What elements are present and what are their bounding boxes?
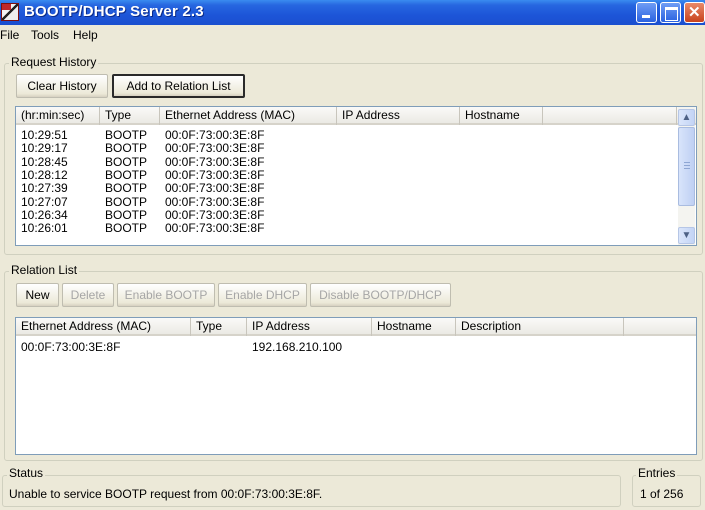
menu-file[interactable]: File (0, 28, 19, 42)
chevron-down-icon: ▼ (681, 230, 692, 241)
table-row[interactable]: 10:26:34 BOOTP 00:0F:73:00:3E:8F (16, 207, 696, 222)
add-to-relation-list-button[interactable]: Add to Relation List (112, 74, 245, 98)
cell-mac: 00:0F:73:00:3E:8F (165, 154, 265, 169)
column-header-mac[interactable]: Ethernet Address (MAC) (160, 107, 337, 125)
cell-mac: 00:0F:73:00:3E:8F (165, 128, 265, 142)
enable-bootp-button[interactable]: Enable BOOTP (117, 283, 215, 307)
column-header-description[interactable]: Description (456, 318, 624, 336)
title-bar[interactable]: BOOTP/DHCP Server 2.3 (0, 0, 705, 25)
cell-mac: 00:0F:73:00:3E:8F (21, 340, 121, 354)
table-row[interactable]: 00:0F:73:00:3E:8F 192.168.210.100 (16, 341, 696, 354)
table-row[interactable]: 10:29:17 BOOTP 00:0F:73:00:3E:8F (16, 142, 696, 155)
table-row[interactable]: 10:28:12 BOOTP 00:0F:73:00:3E:8F (16, 167, 696, 182)
table-row[interactable]: 10:29:51 BOOTP 00:0F:73:00:3E:8F (16, 129, 696, 142)
table-header: Ethernet Address (MAC) Type IP Address H… (16, 318, 696, 336)
scroll-down-button[interactable]: ▼ (678, 227, 695, 244)
cell-mac: 00:0F:73:00:3E:8F (165, 194, 265, 209)
request-history-table[interactable]: (hr:min:sec) Type Ethernet Address (MAC)… (15, 106, 697, 246)
column-header-hostname[interactable]: Hostname (460, 107, 543, 125)
cell-ip: 192.168.210.100 (252, 340, 343, 354)
cell-mac: 00:0F:73:00:3E:8F (165, 207, 265, 222)
close-button[interactable] (684, 2, 705, 23)
window-title: BOOTP/DHCP Server 2.3 (24, 3, 204, 20)
request-history-scrollbar[interactable]: ▲ ▼ (678, 107, 695, 245)
menu-bar: File Tools Help (0, 25, 705, 45)
cell-mac: 00:0F:73:00:3E:8F (165, 167, 265, 182)
app-icon[interactable] (1, 3, 19, 21)
cell-type: BOOTP (105, 194, 148, 209)
cell-time: 10:26:34 (21, 207, 68, 222)
table-row[interactable]: 10:28:45 BOOTP 00:0F:73:00:3E:8F (16, 154, 696, 169)
column-header-ip[interactable]: IP Address (247, 318, 372, 336)
delete-button[interactable]: Delete (62, 283, 114, 307)
request-history-label: Request History (9, 55, 99, 69)
menu-tools[interactable]: Tools (31, 28, 59, 42)
column-header-mac[interactable]: Ethernet Address (MAC) (16, 318, 191, 336)
enable-dhcp-button[interactable]: Enable DHCP (218, 283, 307, 307)
cell-type: BOOTP (105, 181, 148, 196)
cell-mac: 00:0F:73:00:3E:8F (165, 221, 265, 236)
scroll-up-button[interactable]: ▲ (678, 109, 695, 126)
column-header-ip[interactable]: IP Address (337, 107, 460, 125)
cell-type: BOOTP (105, 128, 148, 142)
entries-count: 1 of 256 (640, 487, 684, 501)
scroll-thumb[interactable] (678, 127, 695, 206)
relation-list-table[interactable]: Ethernet Address (MAC) Type IP Address H… (15, 317, 697, 455)
clear-history-button[interactable]: Clear History (16, 74, 108, 98)
column-header-hostname[interactable]: Hostname (372, 318, 456, 336)
entries-label: Entries (636, 466, 678, 480)
cell-time: 10:29:51 (21, 128, 68, 142)
table-row[interactable]: 10:26:01 BOOTP 00:0F:73:00:3E:8F (16, 222, 696, 235)
new-button[interactable]: New (16, 283, 59, 307)
status-label: Status (7, 466, 46, 480)
cell-type: BOOTP (105, 141, 148, 156)
table-row[interactable]: 10:27:39 BOOTP 00:0F:73:00:3E:8F (16, 182, 696, 195)
status-text: Unable to service BOOTP request from 00:… (9, 487, 323, 501)
chevron-up-icon: ▲ (681, 112, 692, 123)
column-header-time[interactable]: (hr:min:sec) (16, 107, 100, 125)
cell-time: 10:28:12 (21, 167, 68, 182)
cell-type: BOOTP (105, 154, 148, 169)
disable-bootp-dhcp-button[interactable]: Disable BOOTP/DHCP (310, 283, 451, 307)
cell-time: 10:26:01 (21, 221, 68, 236)
column-header-extra[interactable] (543, 107, 677, 125)
cell-time: 10:28:45 (21, 154, 68, 169)
column-header-type[interactable]: Type (100, 107, 160, 125)
column-header-type[interactable]: Type (191, 318, 247, 336)
cell-mac: 00:0F:73:00:3E:8F (165, 141, 265, 156)
cell-type: BOOTP (105, 221, 148, 236)
cell-time: 10:27:07 (21, 194, 68, 209)
menu-help[interactable]: Help (73, 28, 98, 42)
table-row[interactable]: 10:27:07 BOOTP 00:0F:73:00:3E:8F (16, 194, 696, 209)
relation-list-label: Relation List (9, 263, 80, 277)
column-header-extra[interactable] (624, 318, 696, 336)
cell-type: BOOTP (105, 167, 148, 182)
maximize-button[interactable] (660, 2, 681, 23)
minimize-button[interactable] (636, 2, 657, 23)
cell-type: BOOTP (105, 207, 148, 222)
table-header: (hr:min:sec) Type Ethernet Address (MAC)… (16, 107, 696, 125)
cell-time: 10:29:17 (21, 141, 68, 156)
cell-time: 10:27:39 (21, 181, 68, 196)
cell-mac: 00:0F:73:00:3E:8F (165, 181, 265, 196)
